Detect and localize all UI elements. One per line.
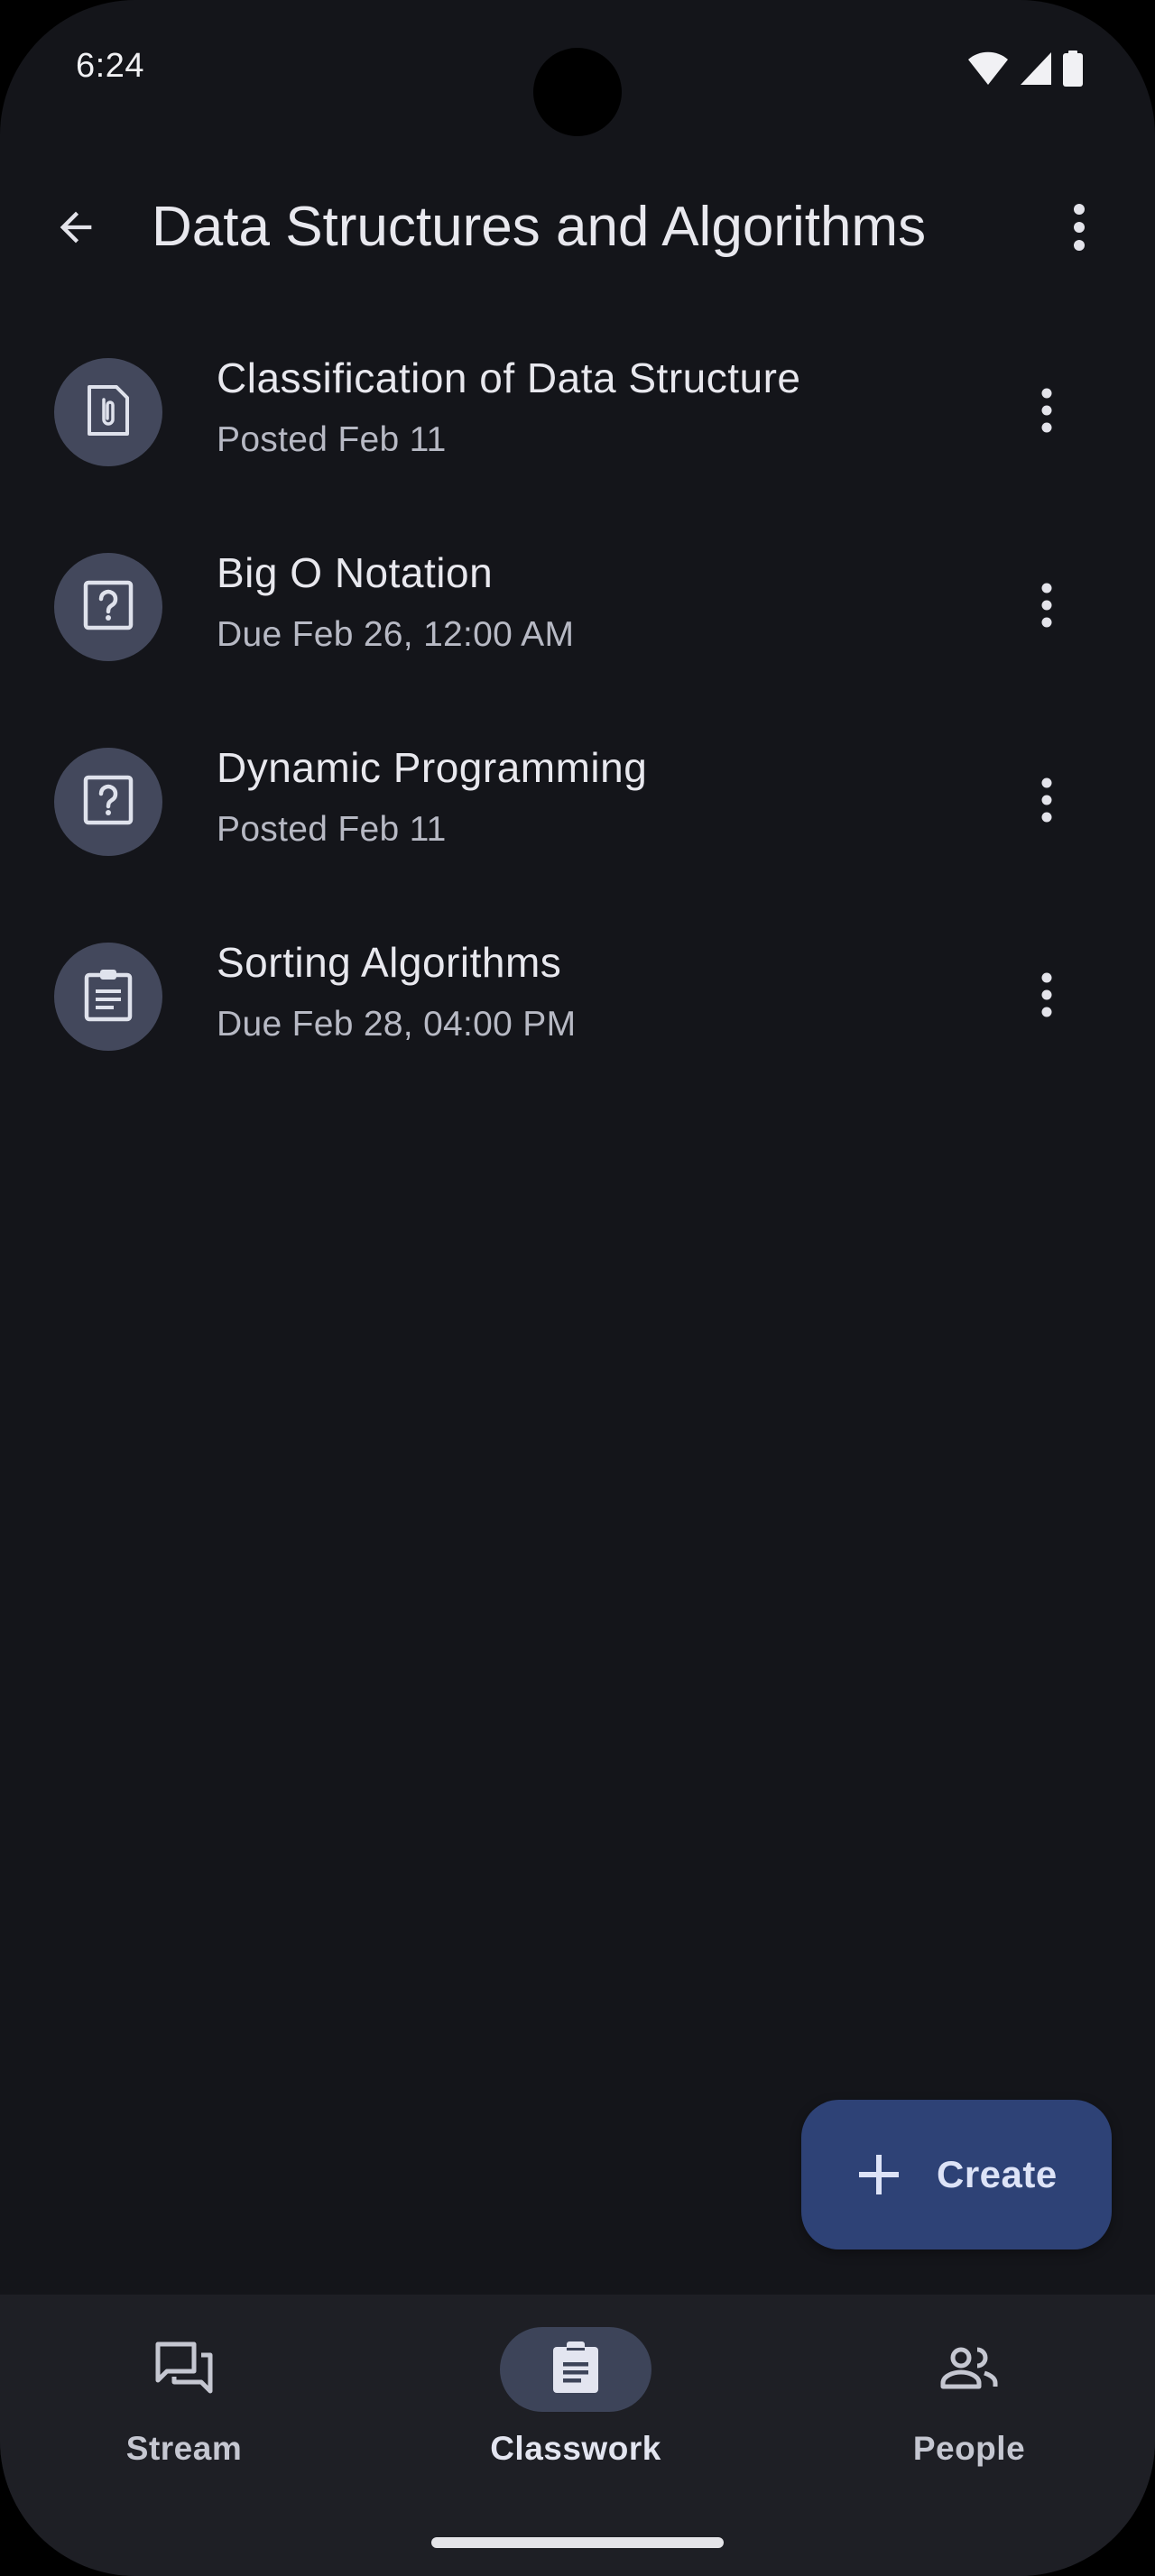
nav-indicator [893, 2327, 1045, 2412]
phone-screen: 6:24 Data Structures and Algorithms Clas… [0, 0, 1155, 2576]
wifi-icon [967, 51, 1009, 86]
question-icon-badge [54, 553, 162, 661]
forum-icon [154, 2341, 214, 2399]
more-vert-icon [1041, 583, 1052, 632]
item-title: Classification of Data Structure [217, 354, 801, 401]
assignment-icon [550, 2341, 601, 2399]
nav-item-classwork[interactable]: Classwork [458, 2327, 693, 2489]
item-more-button[interactable] [1007, 762, 1086, 842]
back-button[interactable] [36, 189, 116, 269]
item-title: Dynamic Programming [217, 744, 648, 791]
question-icon [83, 580, 134, 635]
item-more-button[interactable] [1007, 567, 1086, 647]
nav-indicator [108, 2327, 260, 2412]
plus-icon [852, 2148, 906, 2202]
item-subtitle: Posted Feb 11 [217, 420, 447, 459]
material-icon-badge [54, 358, 162, 466]
attachment-file-icon [86, 383, 131, 442]
arrow-back-icon [52, 204, 99, 255]
app-bar: Data Structures and Algorithms [0, 162, 1155, 289]
more-vert-icon [1041, 388, 1052, 437]
status-icons [967, 51, 1083, 87]
more-vert-icon [1041, 777, 1052, 827]
assignment-icon [83, 968, 134, 1026]
create-button[interactable]: Create [801, 2100, 1112, 2249]
item-title: Sorting Algorithms [217, 939, 562, 986]
overflow-menu-button[interactable] [1040, 189, 1119, 269]
nav-label: Stream [125, 2430, 243, 2467]
item-more-button[interactable] [1007, 957, 1086, 1036]
home-indicator[interactable] [431, 2537, 724, 2548]
item-more-button[interactable] [1007, 373, 1086, 452]
more-vert-icon [1073, 203, 1086, 255]
item-subtitle: Due Feb 26, 12:00 AM [217, 615, 575, 654]
signal-icon [1020, 51, 1052, 86]
item-title: Big O Notation [217, 549, 494, 596]
list-item[interactable]: Dynamic Programming Posted Feb 11 [0, 723, 1155, 918]
list-item[interactable]: Sorting Algorithms Due Feb 28, 04:00 PM [0, 918, 1155, 1113]
nav-label: Classwork [490, 2430, 661, 2467]
nav-active-indicator [500, 2327, 651, 2412]
list-item[interactable]: Classification of Data Structure Posted … [0, 334, 1155, 529]
nav-item-people[interactable]: People [852, 2327, 1086, 2489]
create-button-label: Create [937, 2153, 1058, 2195]
more-vert-icon [1041, 972, 1052, 1022]
nav-label: People [912, 2430, 1026, 2467]
page-title: Data Structures and Algorithms [152, 196, 927, 258]
people-icon [939, 2345, 999, 2395]
question-icon-badge [54, 748, 162, 856]
question-icon [83, 775, 134, 830]
assignment-icon-badge [54, 943, 162, 1051]
status-bar: 6:24 [0, 0, 1155, 136]
status-time: 6:24 [76, 47, 144, 85]
bottom-navigation: Stream Classwork People [0, 2295, 1155, 2576]
nav-item-stream[interactable]: Stream [67, 2327, 301, 2489]
item-subtitle: Posted Feb 11 [217, 810, 447, 849]
item-subtitle: Due Feb 28, 04:00 PM [217, 1005, 577, 1044]
camera-cutout [533, 48, 622, 136]
list-item[interactable]: Big O Notation Due Feb 26, 12:00 AM [0, 529, 1155, 723]
battery-icon [1063, 51, 1083, 87]
classwork-list: Classification of Data Structure Posted … [0, 334, 1155, 1113]
